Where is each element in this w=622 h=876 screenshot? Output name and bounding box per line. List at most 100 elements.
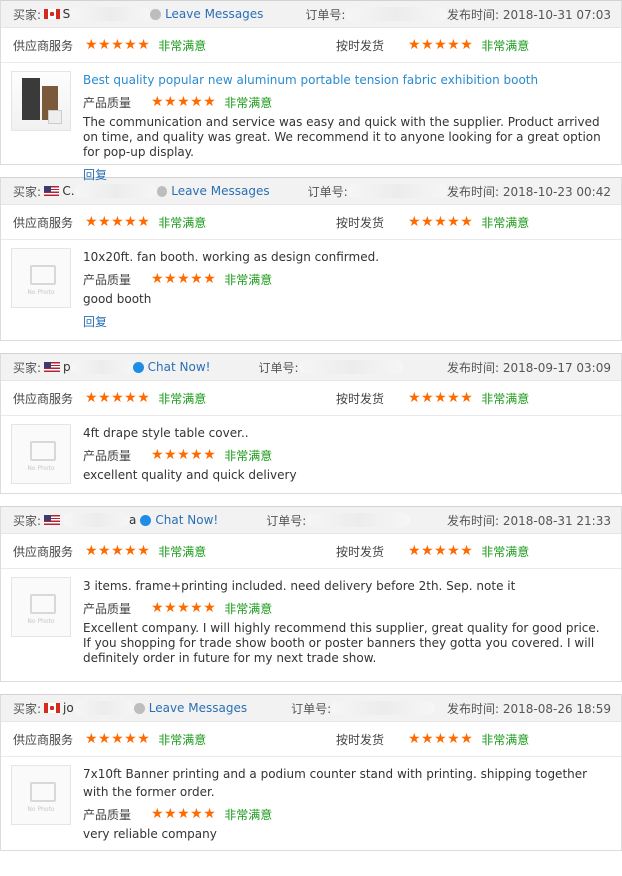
no-photo-text: No Photo — [27, 618, 55, 625]
review-header: 买家: jo Leave Messages 订单号: 发布时间: 2018-08… — [1, 695, 621, 722]
rating-label: 供应商服务 — [13, 544, 74, 559]
rating-row: 供应商服务 ★★★★★ 非常满意 按时发货 ★★★★★ 非常满意 — [1, 28, 621, 63]
delivery-rating: 按时发货 ★★★★★ 非常满意 — [336, 390, 529, 407]
redacted-order-number — [347, 184, 447, 198]
rating-text: 非常满意 — [481, 544, 530, 559]
supplier-service-rating: 供应商服务 ★★★★★ 非常满意 — [13, 731, 206, 748]
leave-messages-link[interactable]: Leave Messages — [149, 701, 247, 715]
rating-text: 非常满意 — [158, 215, 207, 230]
product-quality-rating: 产品质量 ★★★★★ 非常满意 — [83, 92, 611, 112]
publish-date: 发布时间: 2018-08-31 21:33 — [446, 513, 611, 528]
review-comment: very reliable company — [83, 827, 217, 841]
redacted-name — [73, 701, 134, 715]
star-rating-icon: ★★★★★ — [85, 390, 151, 406]
buyer-name: C. — [62, 184, 75, 198]
no-photo-thumbnail: No Photo — [11, 424, 71, 484]
product-quality-rating: 产品质量 ★★★★★ 非常满意 — [83, 269, 611, 289]
rating-text: 非常满意 — [158, 732, 207, 747]
no-photo-text: No Photo — [27, 289, 55, 296]
publish-date: 发布时间: 2018-10-31 07:03 — [446, 7, 611, 22]
review-header: 买家: p Chat Now! 订单号: 发布时间: 2018-09-17 03… — [1, 354, 621, 381]
product-quality-rating: 产品质量 ★★★★★ 非常满意 — [83, 445, 611, 465]
review-card: 买家: a Chat Now! 订单号: 发布时间: 2018-08-31 21… — [0, 506, 622, 682]
redacted-name — [70, 7, 151, 21]
star-rating-icon: ★★★★★ — [408, 390, 474, 406]
review-body: No Photo 7x10ft Banner printing and a po… — [1, 757, 621, 850]
product-title: 7x10ft Banner printing and a podium coun… — [83, 767, 588, 799]
reply-link[interactable]: 回复 — [83, 166, 611, 183]
delivery-rating: 按时发货 ★★★★★ 非常满意 — [336, 543, 529, 560]
product-thumbnail[interactable] — [11, 71, 71, 131]
no-photo-text: No Photo — [27, 465, 55, 472]
image-placeholder-icon — [30, 265, 56, 285]
star-rating-icon: ★★★★★ — [85, 731, 151, 747]
image-placeholder-icon — [30, 782, 56, 802]
order-label: 订单号: — [307, 184, 348, 199]
chat-online-icon — [132, 361, 144, 373]
rating-label: 按时发货 — [336, 544, 385, 559]
redacted-name — [70, 360, 133, 374]
rating-label: 产品质量 — [83, 807, 132, 822]
buyer-label: 买家: — [13, 701, 42, 716]
product-title: 3 items. frame+printing included. need d… — [83, 579, 516, 593]
review-card: 买家: S Leave Messages 订单号: 发布时间: 2018-10-… — [0, 0, 622, 182]
product-title-link[interactable]: Best quality popular new aluminum portab… — [83, 71, 611, 89]
product-title: 4ft drape style table cover.. — [83, 426, 249, 440]
rating-label: 产品质量 — [83, 601, 132, 616]
buyer-name: a — [129, 513, 137, 527]
rating-text: 非常满意 — [158, 391, 207, 406]
image-placeholder-icon — [30, 594, 56, 614]
rating-text: 非常满意 — [158, 544, 207, 559]
review-list: 买家: S Leave Messages 订单号: 发布时间: 2018-10-… — [0, 0, 622, 851]
review-comment: excellent quality and quick delivery — [83, 468, 297, 482]
no-photo-thumbnail: No Photo — [11, 248, 71, 308]
reply-link[interactable]: 回复 — [83, 313, 611, 330]
supplier-service-rating: 供应商服务 ★★★★★ 非常满意 — [13, 214, 206, 231]
buyer-name: S — [62, 7, 71, 21]
rating-label: 按时发货 — [336, 38, 385, 53]
review-header: 买家: a Chat Now! 订单号: 发布时间: 2018-08-31 21… — [1, 507, 621, 534]
chat-now-link[interactable]: Chat Now! — [148, 360, 211, 374]
rating-label: 按时发货 — [336, 732, 385, 747]
review-comment: good booth — [83, 292, 152, 306]
review-card: 买家: p Chat Now! 订单号: 发布时间: 2018-09-17 03… — [0, 353, 622, 494]
buyer-label: 买家: — [13, 360, 42, 375]
redacted-name — [74, 184, 157, 198]
order-label: 订单号: — [305, 7, 346, 22]
star-rating-icon: ★★★★★ — [408, 543, 474, 559]
offline-status-icon — [133, 702, 145, 714]
no-photo-thumbnail: No Photo — [11, 577, 71, 637]
canada-flag-icon — [44, 9, 60, 19]
rating-label: 供应商服务 — [13, 38, 74, 53]
star-rating-icon: ★★★★★ — [151, 271, 217, 287]
offline-status-icon — [156, 185, 168, 197]
usa-flag-icon — [44, 515, 61, 525]
redacted-order-number — [345, 7, 447, 21]
chat-now-link[interactable]: Chat Now! — [155, 513, 218, 527]
rating-text: 非常满意 — [224, 601, 273, 616]
supplier-service-rating: 供应商服务 ★★★★★ 非常满意 — [13, 37, 206, 54]
usa-flag-icon — [44, 362, 61, 372]
review-body: No Photo 4ft drape style table cover.. 产… — [1, 416, 621, 493]
canada-flag-icon — [44, 703, 61, 713]
rating-text: 非常满意 — [481, 38, 530, 53]
buyer-label: 买家: — [13, 7, 42, 22]
review-card: 买家: C. Leave Messages 订单号: 发布时间: 2018-10… — [0, 177, 622, 341]
leave-messages-link[interactable]: Leave Messages — [171, 184, 269, 198]
rating-label: 产品质量 — [83, 95, 132, 110]
publish-date: 发布时间: 2018-08-26 18:59 — [446, 701, 611, 716]
star-rating-icon: ★★★★★ — [408, 214, 474, 230]
redacted-order-number — [306, 513, 411, 527]
buyer-label: 买家: — [13, 184, 42, 199]
delivery-rating: 按时发货 ★★★★★ 非常满意 — [336, 214, 529, 231]
star-rating-icon: ★★★★★ — [85, 543, 151, 559]
rating-text: 非常满意 — [481, 732, 530, 747]
publish-date: 发布时间: 2018-10-23 00:42 — [446, 184, 611, 199]
star-rating-icon: ★★★★★ — [85, 37, 151, 53]
rating-label: 供应商服务 — [13, 732, 74, 747]
leave-messages-link[interactable]: Leave Messages — [165, 7, 263, 21]
rating-text: 非常满意 — [224, 272, 273, 287]
review-card: 买家: jo Leave Messages 订单号: 发布时间: 2018-08… — [0, 694, 622, 851]
star-rating-icon: ★★★★★ — [151, 94, 217, 110]
rating-text: 非常满意 — [158, 38, 207, 53]
